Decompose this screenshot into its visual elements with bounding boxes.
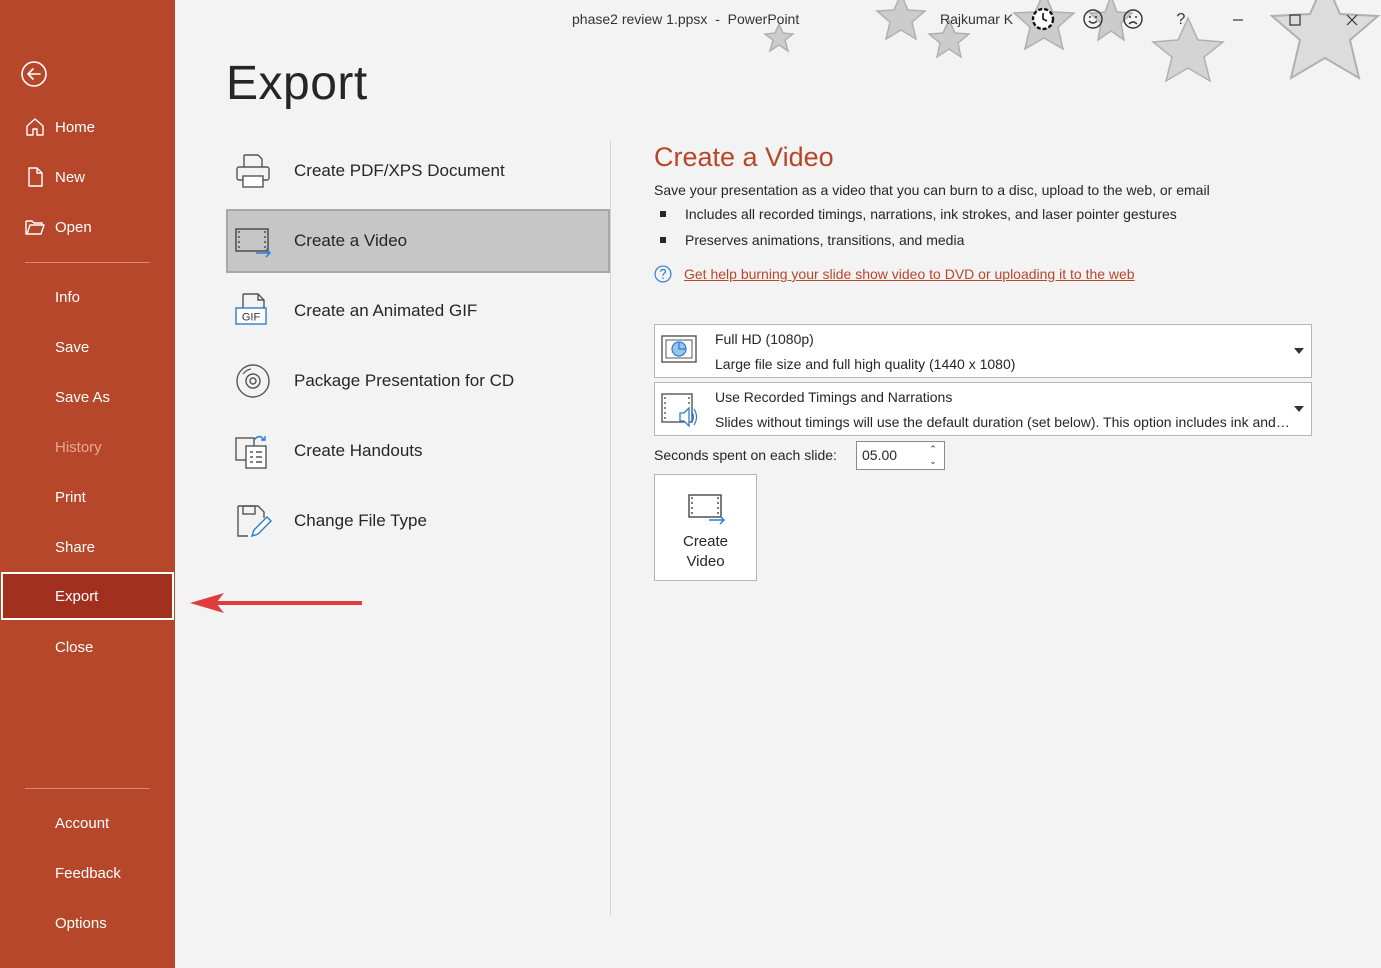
monitor-quality-icon: [661, 335, 697, 363]
nav-label: Save As: [55, 388, 111, 406]
nav-item-home[interactable]: Home: [0, 103, 175, 151]
timings-title: Use Recorded Timings and Narrations: [715, 389, 953, 405]
chevron-down-icon: [1294, 406, 1304, 412]
nav-item-export[interactable]: Export: [1, 572, 174, 620]
option-package-presentation-cd[interactable]: Package Presentation for CD: [226, 349, 610, 413]
nav-item-options[interactable]: Options: [0, 899, 175, 947]
nav-item-print[interactable]: Print: [0, 473, 175, 521]
video-film-icon: [688, 494, 725, 525]
create-video-button[interactable]: Create Video: [654, 474, 757, 581]
maximize-button[interactable]: [1283, 8, 1307, 32]
home-icon: [26, 118, 44, 136]
smile-feedback-icon[interactable]: [1082, 8, 1104, 30]
seconds-input[interactable]: [862, 447, 920, 463]
help-link[interactable]: Get help burning your slide show video t…: [684, 266, 1135, 282]
quality-title: Full HD (1080p): [715, 331, 814, 347]
nav-label: New: [55, 168, 86, 186]
nav-item-share[interactable]: Share: [0, 523, 175, 571]
nav-label: Home: [55, 118, 96, 136]
new-document-icon: [28, 167, 43, 187]
option-label: Package Presentation for CD: [294, 371, 515, 390]
create-video-label: Create Video: [655, 532, 756, 572]
change-file-type-icon: [237, 505, 272, 538]
minimize-icon: [1233, 19, 1243, 21]
nav-label: Export: [55, 587, 99, 605]
timings-dropdown[interactable]: Use Recorded Timings and Narrations Slid…: [654, 382, 1312, 436]
option-label: Change File Type: [294, 511, 427, 530]
backstage-nav: Home New Open Info Save Save As History …: [0, 0, 175, 968]
option-create-pdf-xps[interactable]: Create PDF/XPS Document: [226, 139, 610, 203]
narration-speaker-icon: [661, 393, 698, 427]
nav-item-save[interactable]: Save: [0, 323, 175, 371]
option-create-video[interactable]: Create a Video: [226, 209, 610, 273]
option-change-file-type[interactable]: Change File Type: [226, 489, 610, 553]
chevron-down-icon: [1294, 348, 1304, 354]
nav-label: Save: [55, 338, 90, 356]
chevron-up-icon[interactable]: ⌃: [928, 444, 938, 454]
quality-dropdown[interactable]: Full HD (1080p) Large file size and full…: [654, 324, 1312, 378]
create-video-label-line1: Create: [682, 533, 729, 550]
nav-divider: [25, 262, 150, 263]
video-description: Save your presentation as a video that y…: [654, 182, 1210, 198]
help-button[interactable]: ?: [1169, 8, 1193, 32]
bullet-marker: [660, 211, 666, 217]
nav-item-new[interactable]: New: [0, 153, 175, 201]
nav-item-feedback[interactable]: Feedback: [0, 849, 175, 897]
option-label: Create Handouts: [294, 441, 423, 460]
video-section-title: Create a Video: [654, 142, 834, 172]
chevron-down-icon[interactable]: ⌄: [928, 456, 938, 466]
pane-divider: [610, 140, 611, 916]
open-folder-icon: [25, 220, 45, 235]
user-name[interactable]: Rajkumar K: [940, 11, 1013, 27]
seconds-stepper[interactable]: ⌃ ⌄: [856, 441, 945, 470]
nav-item-save-as[interactable]: Save As: [0, 373, 175, 421]
help-question-icon: [654, 265, 672, 283]
pdf-printer-icon: [236, 154, 270, 188]
option-create-handouts[interactable]: Create Handouts: [226, 419, 610, 483]
gif-icon-text: GIF: [242, 312, 261, 324]
star-decoration-icon: [875, 0, 927, 41]
nav-divider: [25, 788, 150, 789]
close-button[interactable]: [1340, 8, 1364, 32]
bullet-text: Preserves animations, transitions, and m…: [685, 232, 965, 248]
nav-label: Share: [55, 538, 96, 556]
nav-label: Print: [55, 488, 86, 506]
nav-label: History: [55, 438, 102, 456]
page-title: Export: [226, 57, 368, 110]
frown-feedback-icon[interactable]: [1122, 8, 1144, 30]
back-arrow-icon[interactable]: [20, 60, 48, 88]
bullet-marker: [660, 237, 666, 243]
maximize-icon: [1289, 14, 1301, 26]
option-create-animated-gif[interactable]: GIF Create an Animated GIF: [226, 279, 610, 343]
close-icon: [1346, 14, 1358, 26]
option-label: Create PDF/XPS Document: [294, 161, 505, 180]
nav-label: Open: [55, 218, 92, 236]
cd-disc-icon: [236, 364, 270, 398]
annotation-arrow-icon: [190, 593, 362, 613]
nav-item-history: History: [0, 423, 175, 471]
option-label: Create an Animated GIF: [294, 301, 478, 320]
nav-label: Info: [55, 288, 81, 306]
option-label: Create a Video: [294, 231, 408, 250]
minimize-button[interactable]: [1226, 8, 1250, 32]
quality-subtitle: Large file size and full high quality (1…: [715, 356, 1016, 372]
nav-item-account[interactable]: Account: [0, 799, 175, 847]
nav-label: Options: [55, 914, 107, 932]
nav-label: Account: [55, 814, 110, 832]
nav-item-info[interactable]: Info: [0, 273, 175, 321]
nav-label: Feedback: [55, 864, 121, 882]
seconds-label: Seconds spent on each slide:: [654, 447, 837, 463]
video-film-icon: [235, 228, 271, 258]
nav-item-close[interactable]: Close: [0, 623, 175, 671]
nav-item-open[interactable]: Open: [0, 203, 175, 251]
help-link-row: Get help burning your slide show video t…: [654, 265, 1135, 283]
timings-subtitle: Slides without timings will use the defa…: [715, 414, 1290, 430]
nav-label: Close: [55, 638, 94, 656]
window-title: phase2 review 1.ppsx - PowerPoint: [572, 11, 800, 27]
gif-file-icon: GIF: [235, 293, 267, 325]
handouts-icon: [235, 435, 267, 469]
bullet-text: Includes all recorded timings, narration…: [685, 206, 1177, 222]
create-video-label-line2: Video: [686, 553, 725, 570]
clock-icon[interactable]: [1030, 6, 1056, 32]
